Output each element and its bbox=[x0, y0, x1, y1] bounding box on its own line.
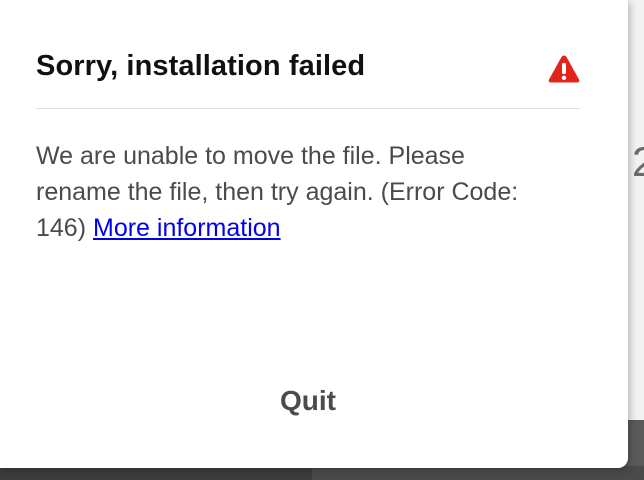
dialog-message: We are unable to move the file. Please r… bbox=[36, 138, 556, 246]
more-information-link[interactable]: More information bbox=[93, 214, 281, 242]
installation-failed-dialog: Sorry, installation failed We are unable… bbox=[0, 0, 628, 468]
background-partial-text: 2 bbox=[632, 138, 644, 185]
quit-button[interactable]: Quit bbox=[228, 376, 388, 426]
background-bottom-bar-right bbox=[312, 466, 644, 480]
dialog-title: Sorry, installation failed bbox=[36, 50, 366, 82]
dialog-header: Sorry, installation failed bbox=[36, 48, 580, 109]
warning-triangle-icon bbox=[548, 54, 580, 84]
